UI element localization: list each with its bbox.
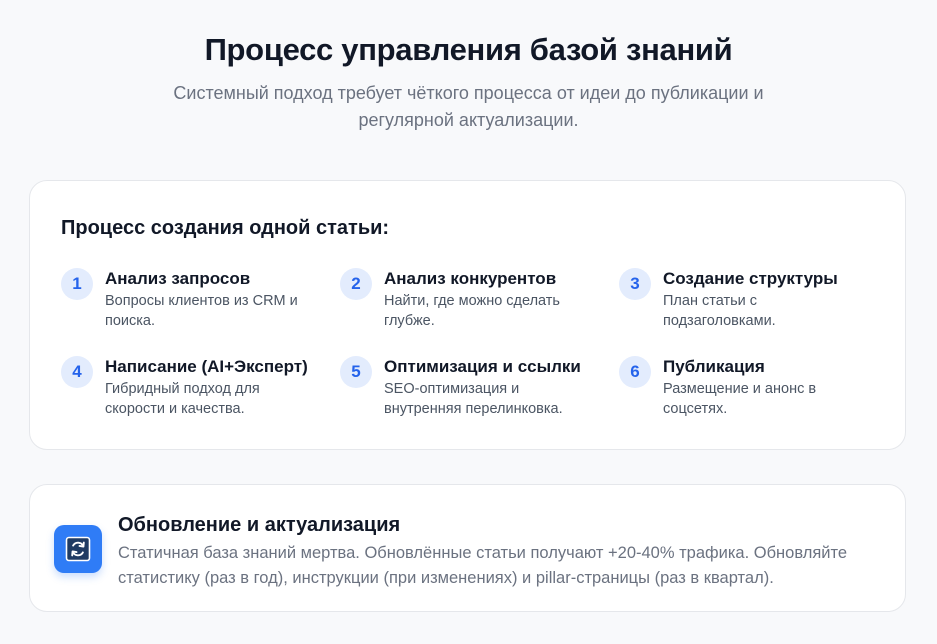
process-step: 6 Публикация Размещение и анонс в соцсет… — [619, 355, 881, 419]
step-title: Создание структуры — [663, 269, 838, 288]
process-title: Процесс создания одной статьи: — [61, 217, 390, 239]
refresh-icon — [54, 525, 102, 573]
process-step: 3 Создание структуры План статьи с подза… — [619, 267, 881, 331]
step-title: Оптимизация и ссылки — [384, 357, 581, 376]
step-number-badge: 6 — [619, 356, 651, 388]
process-steps: 1 Анализ запросов Вопросы клиентов из CR… — [61, 267, 881, 419]
step-title: Написание (AI+Эксперт) — [105, 357, 308, 376]
article-process-card: Процесс создания одной статьи: 1 Анализ … — [29, 180, 906, 450]
process-step: 1 Анализ запросов Вопросы клиентов из CR… — [61, 267, 340, 331]
step-description: План статьи с подзаголовками. — [663, 293, 776, 329]
page-title: Процесс управления базой знаний — [204, 32, 733, 67]
step-title: Анализ конкурентов — [384, 269, 557, 288]
process-step: 2 Анализ конкурентов Найти, где можно сд… — [340, 267, 619, 331]
step-title: Публикация — [663, 357, 765, 376]
step-number-badge: 1 — [61, 268, 93, 300]
page-header: Процесс управления базой знаний Системны… — [0, 30, 937, 134]
update-description: Статичная база знаний мертва. Обновлённы… — [118, 544, 848, 587]
process-step: 4 Написание (AI+Эксперт) Гибридный подхо… — [61, 355, 340, 419]
step-description: Размещение и анонс в соцсетях. — [663, 381, 817, 417]
update-title: Обновление и актуализация — [118, 514, 401, 536]
process-step: 5 Оптимизация и ссылки SEO-оптимизация и… — [340, 355, 619, 419]
update-card: Обновление и актуализация Статичная база… — [29, 484, 906, 612]
step-number-badge: 4 — [61, 356, 93, 388]
step-number-badge: 3 — [619, 268, 651, 300]
step-number-badge: 2 — [340, 268, 372, 300]
step-description: Найти, где можно сделать глубже. — [384, 293, 560, 329]
step-description: SEO-оптимизация и внутренняя перелинковк… — [384, 381, 563, 417]
step-description: Гибридный подход для скорости и качества… — [105, 381, 260, 417]
step-title: Анализ запросов — [105, 269, 251, 288]
step-number-badge: 5 — [340, 356, 372, 388]
step-description: Вопросы клиентов из CRM и поиска. — [105, 293, 298, 329]
page-subtitle: Системный подход требует чёткого процесс… — [173, 83, 764, 130]
refresh-icon-graphic — [65, 536, 91, 562]
